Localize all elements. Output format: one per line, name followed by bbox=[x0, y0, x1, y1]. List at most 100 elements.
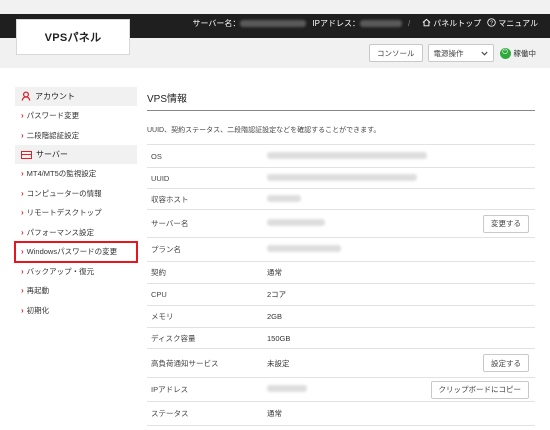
logo-text: VPSパネル bbox=[44, 32, 102, 44]
info-row-disk: ディスク容量 150GB bbox=[147, 328, 535, 349]
row-value bbox=[267, 245, 535, 254]
row-label: 契約 bbox=[151, 268, 166, 277]
ip-label: IPアドレス： bbox=[312, 19, 360, 28]
row-value: 通常 bbox=[267, 409, 282, 418]
row-value bbox=[267, 194, 535, 204]
sidebar-item-backup-restore[interactable]: › バックアップ・復元 bbox=[15, 262, 137, 282]
chevron-right-icon: › bbox=[21, 247, 24, 257]
row-label: CPU bbox=[151, 290, 167, 299]
ip-value bbox=[360, 20, 402, 27]
chevron-down-icon bbox=[480, 49, 488, 58]
redacted-value bbox=[267, 194, 301, 202]
main-content: VPS情報 UUID、契約ステータス、二段階認証設定などを確認することができます… bbox=[147, 87, 535, 426]
sidebar-item-initialize[interactable]: › 初期化 bbox=[15, 301, 137, 321]
help-icon: ? bbox=[487, 18, 496, 29]
sidebar-heading-server: サーバー bbox=[15, 145, 137, 164]
row-value bbox=[267, 173, 535, 183]
redacted-value bbox=[267, 219, 325, 226]
sidebar-item-label: パスワード変更 bbox=[26, 111, 80, 121]
sidebar-heading-account: アカウント bbox=[15, 87, 137, 106]
server-heading-label: サーバー bbox=[36, 150, 68, 159]
row-label: 収容ホスト bbox=[151, 194, 189, 204]
info-row-memory: メモリ 2GB bbox=[147, 306, 535, 328]
info-row-uuid: UUID bbox=[147, 168, 535, 189]
row-value bbox=[267, 219, 483, 228]
sidebar-item-computer-info[interactable]: › コンピューターの情報 bbox=[15, 184, 137, 204]
redacted-value bbox=[267, 245, 341, 252]
row-label: サーバー名 bbox=[151, 219, 189, 228]
server-controls: コンソール 電源操作 ⏻ 稼働中 bbox=[369, 44, 536, 62]
sidebar-item-label: バックアップ・復元 bbox=[26, 266, 95, 276]
panel-top-label: パネルトップ bbox=[433, 19, 482, 28]
row-value: 2コア bbox=[267, 290, 287, 299]
info-row-cpu: CPU 2コア bbox=[147, 284, 535, 306]
sidebar-item-windows-password[interactable]: › Windowsパスワードの変更 bbox=[14, 241, 138, 263]
row-value: 2GB bbox=[267, 312, 283, 321]
copy-to-clipboard-button[interactable]: クリップボードにコピー bbox=[430, 380, 529, 399]
sidebar-item-label: 初期化 bbox=[26, 305, 50, 315]
sidebar-item-label: パフォーマンス設定 bbox=[26, 227, 95, 237]
svg-text:?: ? bbox=[490, 20, 493, 26]
server-icon bbox=[21, 150, 32, 159]
sidebar-item-label: Windowsパスワードの変更 bbox=[26, 247, 118, 257]
sidebar-item-remote-desktop[interactable]: › リモートデスクトップ bbox=[15, 203, 137, 223]
row-label: OS bbox=[151, 151, 162, 161]
row-label: 高負荷通知サービス bbox=[151, 358, 219, 368]
status-label: 稼働中 bbox=[513, 48, 537, 58]
row-value bbox=[267, 151, 535, 161]
chevron-right-icon: › bbox=[21, 130, 24, 140]
sidebar-item-label: 二段階認証設定 bbox=[26, 130, 80, 140]
change-server-name-button[interactable]: 変更する bbox=[483, 214, 529, 233]
row-label: ディスク容量 bbox=[151, 333, 196, 343]
info-row-ip-address: IPアドレス クリップボードにコピー bbox=[147, 378, 535, 402]
sidebar-item-reboot[interactable]: › 再起動 bbox=[15, 281, 137, 301]
row-value: 未設定 bbox=[267, 358, 290, 368]
page-title: VPS情報 bbox=[147, 87, 535, 111]
chevron-right-icon: › bbox=[21, 208, 24, 218]
chevron-right-icon: › bbox=[21, 266, 24, 276]
page-description: UUID、契約ステータス、二段階認証設定などを確認することができます。 bbox=[147, 111, 535, 145]
manual-label: マニュアル bbox=[498, 19, 538, 28]
row-label: UUID bbox=[151, 173, 170, 183]
sidebar-item-two-factor[interactable]: › 二段階認証設定 bbox=[15, 126, 137, 146]
row-label: ステータス bbox=[151, 409, 189, 418]
status-indicator: ⏻ 稼働中 bbox=[499, 47, 537, 59]
home-icon bbox=[422, 18, 431, 29]
info-row-plan: プラン名 bbox=[147, 238, 535, 262]
logo[interactable]: VPSパネル bbox=[16, 19, 130, 55]
sidebar-item-label: リモートデスクトップ bbox=[26, 208, 102, 218]
power-icon: ⏻ bbox=[499, 47, 511, 59]
info-row-os: OS bbox=[147, 145, 535, 168]
info-row-status: ステータス 通常 bbox=[147, 402, 535, 426]
row-label: IPアドレス bbox=[151, 385, 189, 394]
row-value: 通常 bbox=[267, 268, 282, 277]
row-value: 150GB bbox=[267, 333, 291, 343]
sidebar-item-mt-monitoring[interactable]: › MT4/MT5の監視設定 bbox=[15, 164, 137, 184]
info-row-server-name: サーバー名 変更する bbox=[147, 210, 535, 238]
sidebar-item-performance[interactable]: › パフォーマンス設定 bbox=[15, 223, 137, 243]
power-select[interactable]: 電源操作 bbox=[427, 44, 494, 62]
manual-link[interactable]: ? マニュアル bbox=[487, 18, 538, 29]
redacted-value bbox=[267, 173, 417, 181]
console-button[interactable]: コンソール bbox=[369, 44, 423, 62]
chevron-right-icon: › bbox=[21, 111, 24, 121]
info-row-host: 収容ホスト bbox=[147, 189, 535, 210]
row-value bbox=[267, 385, 431, 394]
panel-top-link[interactable]: パネルトップ bbox=[422, 18, 481, 29]
sidebar-item-label: MT4/MT5の監視設定 bbox=[26, 169, 97, 179]
chevron-right-icon: › bbox=[21, 169, 24, 179]
sidebar-item-password-change[interactable]: › パスワード変更 bbox=[15, 106, 137, 126]
chevron-right-icon: › bbox=[21, 188, 24, 198]
chevron-right-icon: › bbox=[21, 305, 24, 315]
chevron-right-icon: › bbox=[21, 227, 24, 237]
server-name-value bbox=[240, 20, 307, 27]
configure-notification-button[interactable]: 設定する bbox=[483, 354, 529, 372]
redacted-value bbox=[267, 385, 307, 392]
sidebar-item-label: 再起動 bbox=[26, 286, 50, 296]
server-name-label: サーバー名： bbox=[192, 19, 241, 28]
power-select-value: 電源操作 bbox=[433, 48, 464, 58]
user-icon bbox=[21, 90, 31, 103]
sidebar-item-label: コンピューターの情報 bbox=[26, 188, 102, 198]
sidebar: アカウント › パスワード変更 › 二段階認証設定 サーバー › MT4/MT5… bbox=[14, 87, 138, 321]
row-label: メモリ bbox=[151, 312, 174, 321]
